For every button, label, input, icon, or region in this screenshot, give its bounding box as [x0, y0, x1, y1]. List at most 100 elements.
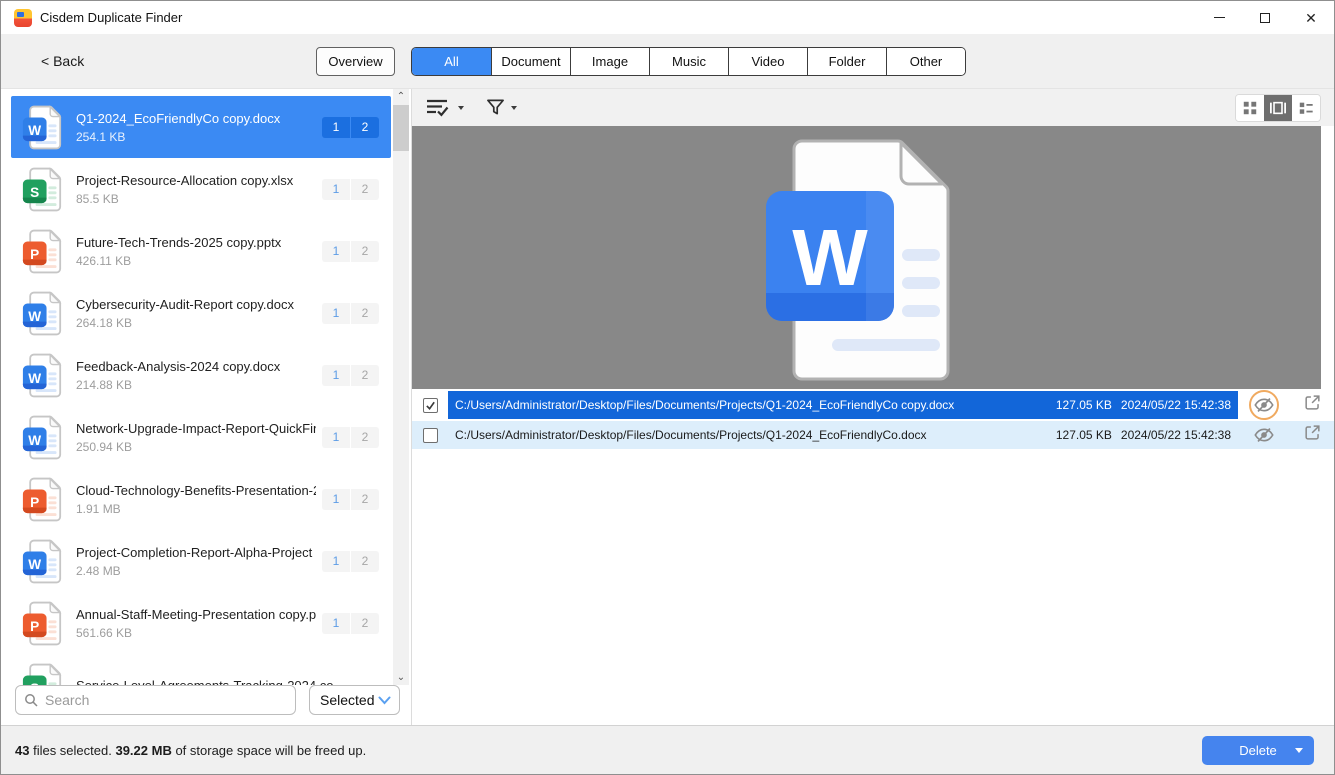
selected-filter-dropdown[interactable]: Selected — [309, 685, 400, 715]
file-info: Cloud-Technology-Benefits-Presentation-2… — [76, 483, 322, 516]
badge-2[interactable]: 2 — [351, 365, 379, 386]
badge-1[interactable]: 1 — [322, 489, 350, 510]
window-title: Cisdem Duplicate Finder — [40, 10, 182, 25]
file-checkbox[interactable] — [423, 398, 438, 413]
sidebar-footer: Selected — [15, 685, 400, 715]
search-box[interactable] — [15, 685, 296, 715]
sort-button[interactable] — [426, 98, 464, 118]
category-tab[interactable]: Music — [649, 48, 728, 75]
badge-1[interactable]: 1 — [322, 613, 350, 634]
summary-text-1: files selected. — [29, 743, 115, 758]
filter-button[interactable] — [486, 98, 517, 117]
scroll-down-icon[interactable]: ⌄ — [393, 670, 409, 685]
copy-count-badges: 1 2 — [322, 117, 379, 138]
duplicate-group-item[interactable]: W Project-Completion-Report-Alpha-Projec… — [11, 530, 391, 592]
category-tab[interactable]: Video — [728, 48, 807, 75]
file-type-icon: W — [22, 290, 62, 337]
svg-text:P: P — [30, 618, 39, 633]
file-name: Cybersecurity-Audit-Report copy.docx — [76, 297, 316, 312]
delete-button[interactable]: Delete — [1202, 736, 1314, 765]
duplicate-group-item[interactable]: S Service-Level-Agreements-Tracking-2024… — [11, 654, 391, 685]
overview-button[interactable]: Overview — [316, 47, 395, 76]
copy-count-badges: 1 2 — [322, 179, 379, 200]
badge-2[interactable]: 2 — [351, 179, 379, 200]
duplicate-group-item[interactable]: P Annual-Staff-Meeting-Presentation copy… — [11, 592, 391, 654]
badge-2[interactable]: 2 — [351, 613, 379, 634]
badge-2[interactable]: 2 — [351, 551, 379, 572]
duplicate-file-row[interactable]: C:/Users/Administrator/Desktop/Files/Doc… — [412, 421, 1334, 449]
category-tab[interactable]: Document — [491, 48, 570, 75]
badge-2[interactable]: 2 — [351, 241, 379, 262]
file-info: Annual-Staff-Meeting-Presentation copy.p… — [76, 607, 322, 640]
file-path: C:/Users/Administrator/Desktop/Files/Doc… — [455, 398, 1048, 412]
badge-2[interactable]: 2 — [351, 427, 379, 448]
duplicate-group-item[interactable]: W Q1-2024_EcoFriendlyCo copy.docx 254.1 … — [11, 96, 391, 158]
file-checkbox[interactable] — [423, 428, 438, 443]
scroll-up-icon[interactable]: ⌃ — [393, 89, 409, 104]
view-mode-toggle — [1235, 94, 1321, 122]
file-info: Project-Completion-Report-Alpha-Project … — [76, 545, 322, 578]
file-name: Network-Upgrade-Impact-Report-QuickFina.… — [76, 421, 316, 436]
file-size: 127.05 KB — [1056, 398, 1112, 412]
duplicate-group-item[interactable]: S Project-Resource-Allocation copy.xlsx … — [11, 158, 391, 220]
duplicate-group-item[interactable]: P Future-Tech-Trends-2025 copy.pptx 426.… — [11, 220, 391, 282]
window-controls: ✕ — [1196, 1, 1334, 34]
duplicate-group-item[interactable]: P Cloud-Technology-Benefits-Presentation… — [11, 468, 391, 530]
file-type-icon: P — [22, 476, 62, 523]
badge-1[interactable]: 1 — [322, 551, 350, 572]
open-file-location-button[interactable] — [1303, 423, 1322, 447]
back-button[interactable]: < Back — [41, 53, 84, 69]
category-tab[interactable]: Image — [570, 48, 649, 75]
close-button[interactable]: ✕ — [1288, 1, 1334, 34]
badge-1[interactable]: 1 — [322, 365, 350, 386]
header-bar: < Back Overview All Document Image Music… — [1, 34, 1334, 89]
search-input[interactable] — [45, 692, 287, 708]
eye-cell — [1238, 390, 1290, 420]
scrollbar-thumb[interactable] — [393, 105, 409, 151]
preview-view-button[interactable] — [1264, 95, 1292, 121]
minimize-button[interactable] — [1196, 1, 1242, 34]
maximize-icon — [1260, 13, 1270, 23]
hide-preview-button[interactable] — [1249, 420, 1279, 450]
eye-off-icon — [1253, 424, 1275, 446]
list-view-button[interactable] — [1292, 95, 1320, 121]
badge-1[interactable]: 1 — [322, 303, 350, 324]
tab-label: Document — [501, 54, 560, 69]
badge-1[interactable]: 1 — [322, 427, 350, 448]
duplicate-group-item[interactable]: W Cybersecurity-Audit-Report copy.docx 2… — [11, 282, 391, 344]
sort-icon — [426, 98, 452, 118]
file-name: Q1-2024_EcoFriendlyCo copy.docx — [76, 111, 316, 126]
file-path-bar[interactable]: C:/Users/Administrator/Desktop/Files/Doc… — [448, 421, 1238, 449]
file-size: 2.48 MB — [76, 564, 316, 578]
badge-2[interactable]: 2 — [351, 117, 379, 138]
copy-count-badges: 1 2 — [322, 241, 379, 262]
category-tab[interactable]: All — [412, 48, 491, 75]
category-tab[interactable]: Folder — [807, 48, 886, 75]
grid-view-button[interactable] — [1236, 95, 1264, 121]
badge-1[interactable]: 1 — [322, 241, 350, 262]
copy-count-badges: 1 2 — [322, 303, 379, 324]
file-type-icon: S — [22, 166, 62, 213]
duplicate-group-item[interactable]: W Feedback-Analysis-2024 copy.docx 214.8… — [11, 344, 391, 406]
badge-2[interactable]: 2 — [351, 303, 379, 324]
duplicate-file-row[interactable]: C:/Users/Administrator/Desktop/Files/Doc… — [412, 391, 1334, 419]
tab-label: Video — [751, 54, 784, 69]
file-size: 127.05 KB — [1056, 428, 1112, 442]
hide-preview-button[interactable] — [1249, 390, 1279, 420]
badge-1[interactable]: 1 — [322, 117, 350, 138]
sidebar-scrollbar[interactable]: ⌃ ⌄ — [393, 89, 409, 685]
file-name: Annual-Staff-Meeting-Presentation copy.p… — [76, 607, 316, 622]
badge-2[interactable]: 2 — [351, 489, 379, 510]
search-icon — [24, 693, 38, 707]
checkbox-cell — [412, 398, 448, 413]
file-preview-area: W — [412, 126, 1321, 389]
file-path-bar[interactable]: C:/Users/Administrator/Desktop/Files/Doc… — [448, 391, 1238, 419]
file-name: Feedback-Analysis-2024 copy.docx — [76, 359, 316, 374]
copy-count-badges: 1 2 — [322, 613, 379, 634]
maximize-button[interactable] — [1242, 1, 1288, 34]
category-tab[interactable]: Other — [886, 48, 965, 75]
delete-dropdown-caret-icon[interactable] — [1295, 748, 1303, 757]
open-file-location-button[interactable] — [1303, 393, 1322, 417]
badge-1[interactable]: 1 — [322, 179, 350, 200]
duplicate-group-item[interactable]: W Network-Upgrade-Impact-Report-QuickFin… — [11, 406, 391, 468]
